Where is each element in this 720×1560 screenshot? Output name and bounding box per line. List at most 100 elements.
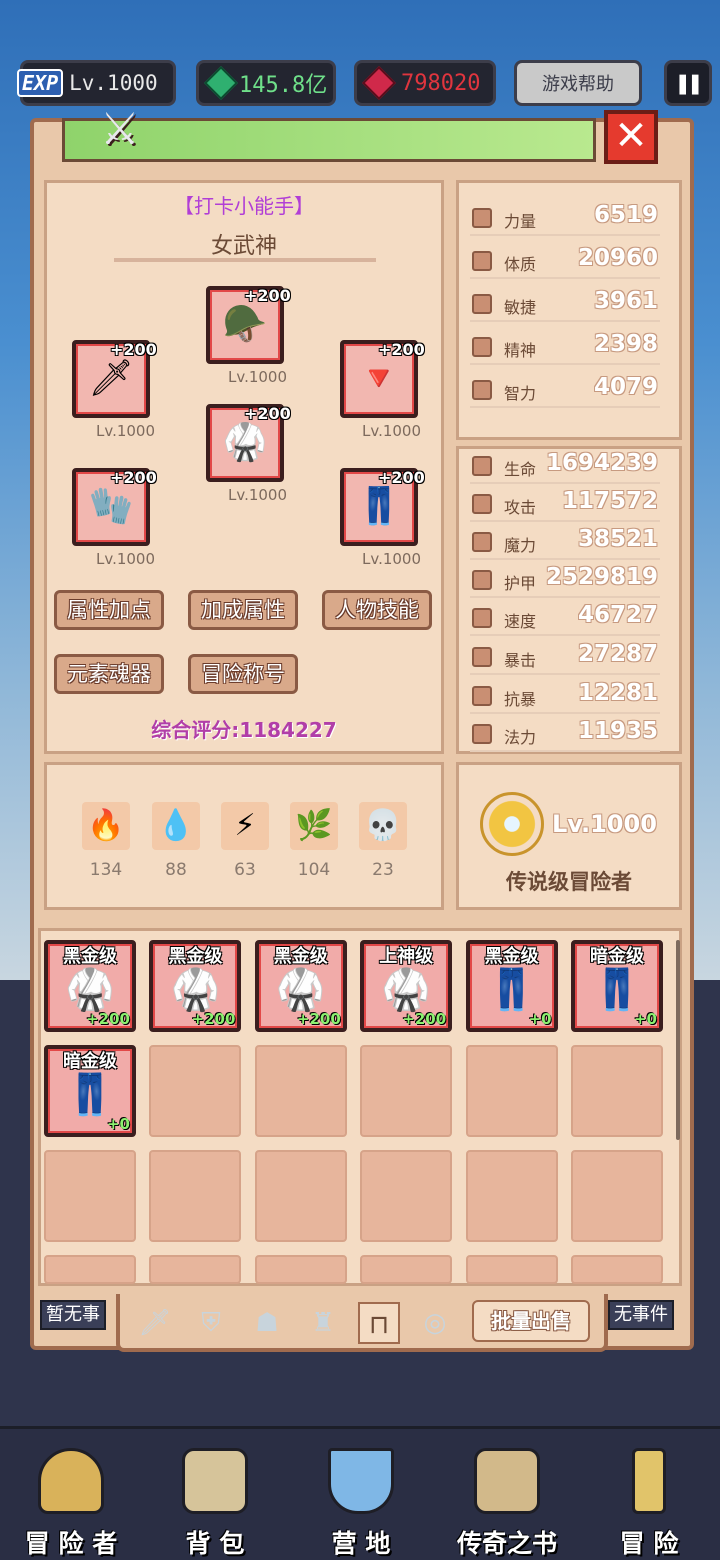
tab-accessories[interactable]: ◎: [414, 1302, 456, 1344]
stat-label: 法力: [504, 728, 537, 747]
nav-backpack[interactable]: 背 包: [150, 1440, 280, 1560]
equip-level-weapon: Lv.1000: [96, 422, 156, 440]
inventory-empty-slot[interactable]: [465, 1150, 558, 1242]
inventory-empty-slot[interactable]: [571, 1045, 663, 1137]
inventory-empty-slot[interactable]: [44, 1150, 136, 1242]
heart-icon: [472, 251, 492, 271]
stat-value: 11935: [577, 718, 658, 744]
stat-label: 攻击: [504, 498, 537, 517]
equip-level-amulet: Lv.1000: [362, 422, 422, 440]
inventory-item[interactable]: 👖 暗金级 +0: [571, 940, 663, 1032]
shield-icon: ⛨: [201, 1308, 221, 1338]
star-icon: [472, 724, 492, 744]
right-event-label: 无事件: [608, 1300, 674, 1330]
item-enhance-level: +0: [106, 1115, 130, 1133]
inventory-empty-slot[interactable]: [465, 1255, 558, 1284]
armor-icon: 🥋: [381, 967, 432, 1013]
stat-value: 3961: [593, 288, 658, 314]
adventure-title-button[interactable]: 冒险称号: [188, 654, 298, 694]
tab-helmets[interactable]: ☗: [246, 1302, 288, 1344]
level-display: EXP Lv.1000: [17, 60, 176, 106]
boot-icon: [472, 294, 492, 314]
element-soul-button[interactable]: 元素魂器: [54, 654, 164, 694]
inventory-item[interactable]: 🥋 黑金级 +200: [254, 940, 347, 1032]
inventory-empty-slot[interactable]: [254, 1045, 347, 1137]
inventory-empty-slot[interactable]: [360, 1150, 453, 1242]
equip-plus-legs: +200: [378, 468, 425, 487]
inventory-empty-slot[interactable]: [571, 1255, 663, 1284]
nav-camp[interactable]: 营 地: [296, 1440, 426, 1560]
nav-label: 营 地: [331, 1529, 391, 1558]
item-grade-label: 黑金级: [63, 946, 117, 967]
equip-level-head: Lv.1000: [228, 368, 288, 386]
stat-row-crit-resist: 抗暴 12281: [470, 680, 660, 714]
banner-icon: [328, 1448, 394, 1514]
strength-icon: [472, 208, 492, 228]
help-button[interactable]: 游戏帮助: [514, 60, 642, 106]
stat-row-speed: 速度 46727: [470, 602, 660, 636]
inventory-scrollbar[interactable]: [676, 940, 680, 1140]
armor-icon: ♜: [311, 1308, 335, 1338]
brain-icon: [472, 380, 492, 400]
stat-label: 护甲: [504, 574, 537, 593]
nav-adventure[interactable]: 冒 险: [584, 1440, 714, 1560]
rank-level: Lv.1000: [552, 810, 657, 838]
inventory-empty-slot[interactable]: [149, 1255, 242, 1284]
equip-plus-gloves: +200: [110, 468, 157, 487]
fire-element-icon[interactable]: 🔥: [82, 802, 130, 850]
bonus-attributes-button[interactable]: 加成属性: [188, 590, 298, 630]
nav-label: 冒 险: [619, 1529, 679, 1558]
inventory-empty-slot[interactable]: [254, 1255, 347, 1284]
close-button[interactable]: ✕: [604, 110, 658, 164]
equip-level-gloves: Lv.1000: [96, 550, 156, 568]
nav-legend-book[interactable]: 传奇之书: [442, 1440, 572, 1560]
tab-armor[interactable]: ♜: [302, 1302, 344, 1344]
stat-value: 27287: [577, 641, 658, 667]
item-grade-label: 黑金级: [273, 946, 328, 967]
inventory-empty-slot[interactable]: [149, 1150, 242, 1242]
tab-shields[interactable]: ⛨: [190, 1302, 232, 1344]
inventory-empty-slot[interactable]: [360, 1045, 453, 1137]
equip-plus-head: +200: [244, 286, 291, 305]
stat-value: 4079: [593, 374, 658, 400]
stat-label: 魔力: [504, 536, 537, 555]
dark-element-value: 23: [372, 860, 394, 880]
attribute-points-button[interactable]: 属性加点: [54, 590, 164, 630]
water-element-icon[interactable]: 💧: [152, 802, 200, 850]
character-skills-button[interactable]: 人物技能: [322, 590, 432, 630]
nav-label: 冒 险 者: [24, 1529, 118, 1558]
bulk-sell-button[interactable]: 批量出售: [472, 1300, 590, 1342]
inventory-item[interactable]: 👖 黑金级 +0: [465, 940, 558, 1032]
dark-element-icon[interactable]: 💀: [359, 802, 407, 850]
lightning-element-icon[interactable]: ⚡: [221, 802, 269, 850]
inventory-item[interactable]: 🥋 黑金级 +200: [44, 940, 136, 1032]
nav-adventurer[interactable]: 冒 险 者: [6, 1440, 136, 1560]
earth-element-icon[interactable]: 🌿: [290, 802, 338, 850]
stat-label: 力量: [504, 212, 537, 231]
exp-badge: EXP: [17, 69, 64, 97]
nav-label: 背 包: [185, 1529, 245, 1558]
item-grade-label: 暗金级: [63, 1051, 117, 1072]
tab-weapons[interactable]: 🗡: [134, 1302, 176, 1344]
close-icon: ✕: [614, 113, 648, 159]
item-enhance-level: +200: [86, 1010, 130, 1028]
backpack-icon: [182, 1448, 248, 1514]
inventory-empty-slot[interactable]: [254, 1150, 347, 1242]
item-enhance-level: +0: [633, 1010, 657, 1028]
item-enhance-level: +200: [402, 1010, 447, 1028]
player-level: Lv.1000: [69, 71, 158, 95]
emerald-icon: [204, 66, 238, 100]
stat-row-armor: 护甲 2529819: [470, 564, 660, 598]
inventory-empty-slot[interactable]: [44, 1255, 136, 1284]
tab-legs-active[interactable]: ⊓: [358, 1302, 400, 1344]
stat-value: 38521: [577, 526, 658, 552]
inventory-item[interactable]: 🥋 黑金级 +200: [149, 940, 242, 1032]
inventory-item[interactable]: 🥋 上神级 +200: [360, 940, 453, 1032]
inventory-empty-slot[interactable]: [360, 1255, 453, 1284]
inventory-empty-slot[interactable]: [149, 1045, 242, 1137]
inventory-item[interactable]: 👖 暗金级 +0: [44, 1045, 136, 1137]
inventory-empty-slot[interactable]: [571, 1150, 663, 1242]
pause-button[interactable]: ❚❚: [664, 60, 712, 106]
item-enhance-level: +0: [528, 1010, 552, 1028]
inventory-empty-slot[interactable]: [465, 1045, 558, 1137]
